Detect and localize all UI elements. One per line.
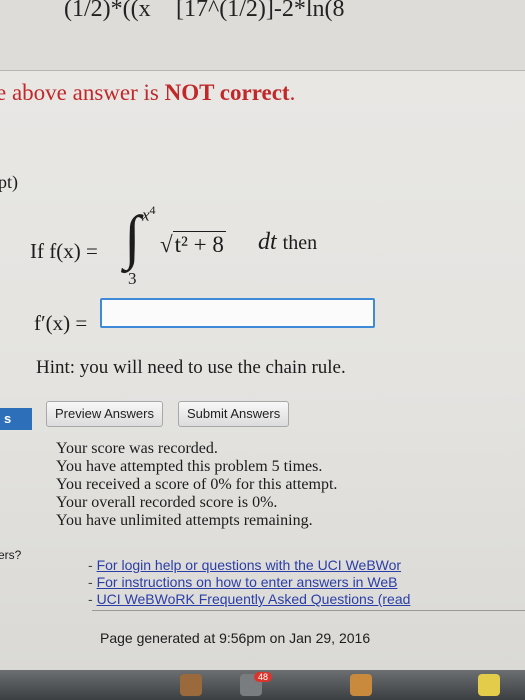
answer-feedback: e above answer is NOT correct. — [0, 80, 295, 106]
previous-answer-part-b: [17^(1/2)]-2*ln(8 — [176, 0, 345, 22]
faq-link[interactable]: UCI WeBWoRK Frequently Asked Questions (… — [97, 591, 411, 607]
integral-lower-limit: 3 — [128, 269, 137, 288]
dt-text: dt — [258, 229, 277, 255]
link-dash: - — [88, 557, 93, 573]
instructions-link[interactable]: For instructions on how to enter answers… — [97, 574, 398, 590]
sidebar-fragment: ers? — [0, 548, 22, 562]
answer-input[interactable] — [100, 298, 375, 328]
app-icon[interactable] — [350, 674, 372, 696]
previous-answer-part-a: (1/2)*((x — [64, 0, 151, 22]
page-generated-text: Page generated at 9:56pm on Jan 29, 2016 — [100, 630, 371, 646]
then-text: then — [282, 232, 318, 254]
answer-prompt: f′(x) = — [34, 311, 88, 335]
notification-badge: 48 — [254, 672, 273, 682]
link-dash: - — [88, 574, 93, 590]
integral-sign: ∫ — [124, 204, 141, 270]
login-help-link[interactable]: For login help or questions with the UCI… — [97, 557, 402, 573]
webwork-page: (1/2)*((x [17^(1/2)]-2*ln(8 e above answ… — [0, 0, 525, 700]
score-message: Your overall recorded score is 0%. — [56, 494, 278, 511]
help-link-item: - For instructions on how to enter answe… — [88, 574, 410, 591]
preview-answers-button[interactable]: Preview Answers — [46, 401, 163, 427]
help-link-item: - UCI WeBWoRK Frequently Asked Questions… — [88, 591, 410, 608]
feedback-emphasis: NOT correct — [164, 80, 290, 105]
help-link-item: - For login help or questions with the U… — [88, 557, 410, 574]
problem-formula: If f(x) = ∫ x4 3 √t² + 8 dt then — [30, 203, 350, 288]
radicand: t² + 8 — [172, 231, 226, 257]
previous-answer-strip: (1/2)*((x [17^(1/2)]-2*ln(8 — [0, 0, 525, 71]
square-root: √t² + 8 — [160, 231, 226, 257]
feedback-prefix: e above answer is — [0, 80, 165, 105]
side-tab[interactable]: s — [0, 408, 32, 430]
integral-differential: dt then — [258, 229, 317, 256]
footer-divider — [92, 610, 525, 611]
feedback-suffix: . — [289, 80, 296, 105]
upper-limit-exp: 4 — [149, 203, 156, 217]
help-links: - For login help or questions with the U… — [88, 557, 410, 608]
submit-answers-button[interactable]: Submit Answers — [178, 401, 290, 427]
app-icon[interactable] — [180, 674, 202, 696]
score-message: You have attempted this problem 5 times. — [56, 458, 323, 475]
hint-text: Hint: you will need to use the chain rul… — [36, 357, 346, 378]
score-message: Your score was recorded. — [56, 440, 218, 457]
integral-upper-limit: x4 — [142, 203, 156, 226]
score-message: You received a score of 0% for this atte… — [56, 476, 338, 493]
formula-if-text: If f(x) = — [30, 239, 98, 263]
score-messages: Your score was recorded. You have attemp… — [56, 440, 337, 530]
upper-limit-var: x — [142, 205, 150, 225]
problem-points: pt) — [0, 172, 18, 192]
link-dash: - — [88, 591, 93, 607]
app-icon[interactable] — [478, 674, 500, 696]
score-message: You have unlimited attempts remaining. — [56, 512, 313, 529]
